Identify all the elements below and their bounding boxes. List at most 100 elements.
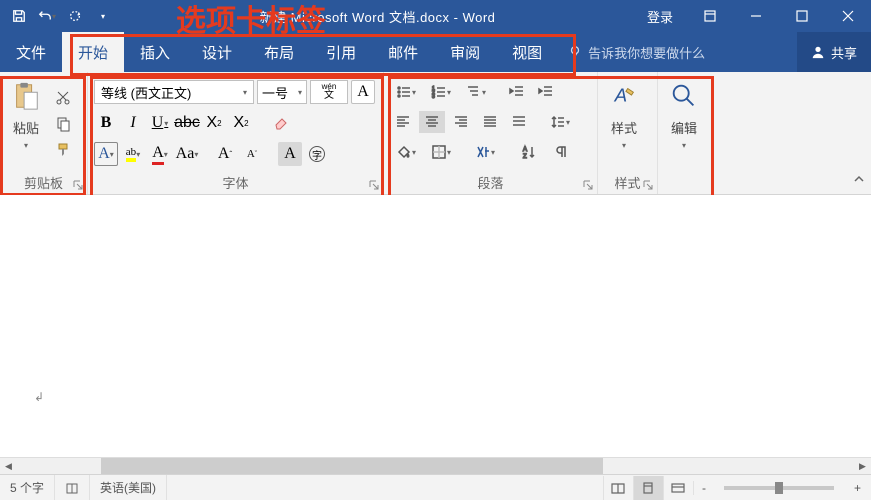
tab-mailings[interactable]: 邮件 bbox=[372, 32, 434, 72]
styles-button[interactable]: A 样式 ▾ bbox=[602, 76, 646, 171]
align-center-button[interactable] bbox=[419, 111, 445, 133]
tell-me-search[interactable]: 告诉我你想要做什么 bbox=[558, 32, 797, 72]
tab-references[interactable]: 引用 bbox=[310, 32, 372, 72]
bold-button[interactable]: B bbox=[94, 111, 118, 135]
qat-customize-button[interactable]: ▾ bbox=[90, 3, 116, 29]
clear-formatting-button[interactable] bbox=[269, 111, 293, 135]
tab-review[interactable]: 审阅 bbox=[434, 32, 496, 72]
tab-home[interactable]: 开始 bbox=[62, 32, 124, 72]
line-spacing-button[interactable]: ▾ bbox=[544, 111, 576, 133]
group-label-font: 字体 bbox=[92, 171, 379, 192]
print-layout-button[interactable] bbox=[633, 476, 663, 500]
editing-button[interactable]: 编辑 ▾ bbox=[662, 76, 706, 190]
close-button[interactable] bbox=[825, 0, 871, 32]
ribbon-options-button[interactable] bbox=[687, 0, 733, 32]
increase-indent-button[interactable] bbox=[533, 81, 559, 103]
word-count[interactable]: 5 个字 bbox=[0, 475, 55, 500]
ribbon-tabs: 文件 开始 插入 设计 布局 引用 邮件 审阅 视图 告诉我你想要做什么 共享 bbox=[0, 32, 871, 72]
tab-design[interactable]: 设计 bbox=[186, 32, 248, 72]
undo-button[interactable]: ▾ bbox=[34, 3, 60, 29]
window-controls bbox=[687, 0, 871, 32]
paste-button[interactable]: 粘贴 ▾ bbox=[4, 76, 48, 171]
copy-button[interactable] bbox=[51, 112, 75, 136]
enclose-characters-button[interactable]: 字 bbox=[305, 142, 329, 166]
decrease-indent-button[interactable] bbox=[504, 81, 530, 103]
font-size-combo[interactable]: 一号▾ bbox=[257, 80, 307, 104]
svg-text:Z: Z bbox=[523, 154, 527, 160]
distributed-button[interactable] bbox=[506, 111, 532, 133]
change-case-button[interactable]: Aa▾ bbox=[175, 142, 199, 166]
group-styles: A 样式 ▾ 样式 bbox=[598, 72, 658, 194]
styles-icon: A bbox=[609, 81, 639, 111]
group-font: 等线 (西文正文)▾ 一号▾ wén文 A B I U▾ abc X2 X2 A… bbox=[88, 72, 384, 194]
styles-launcher[interactable] bbox=[641, 178, 655, 192]
svg-text:3: 3 bbox=[432, 94, 435, 100]
format-painter-button[interactable] bbox=[51, 138, 75, 162]
highlight-button[interactable]: ab▾ bbox=[121, 142, 145, 166]
borders-button[interactable]: ▾ bbox=[425, 141, 457, 163]
minimize-button[interactable] bbox=[733, 0, 779, 32]
horizontal-scrollbar[interactable]: ◀ ▶ bbox=[0, 457, 871, 474]
italic-button[interactable]: I bbox=[121, 111, 145, 135]
text-effects-button[interactable]: A▾ bbox=[94, 142, 118, 166]
phonetic-guide-button[interactable]: wén文 bbox=[310, 80, 348, 104]
sort-button[interactable]: AZ bbox=[513, 141, 545, 163]
scroll-track[interactable] bbox=[17, 458, 854, 474]
cut-button[interactable] bbox=[51, 86, 75, 110]
clipboard-launcher[interactable] bbox=[71, 178, 85, 192]
justify-button[interactable] bbox=[477, 111, 503, 133]
tab-insert[interactable]: 插入 bbox=[124, 32, 186, 72]
tab-layout[interactable]: 布局 bbox=[248, 32, 310, 72]
align-right-button[interactable] bbox=[448, 111, 474, 133]
strikethrough-button[interactable]: abc bbox=[175, 111, 199, 135]
character-border-button[interactable]: A bbox=[351, 80, 375, 104]
show-marks-button[interactable] bbox=[548, 141, 574, 163]
zoom-thumb[interactable] bbox=[775, 482, 783, 494]
web-layout-button[interactable] bbox=[663, 476, 693, 500]
read-mode-button[interactable] bbox=[603, 476, 633, 500]
paint-bucket-icon bbox=[396, 144, 412, 160]
tab-file[interactable]: 文件 bbox=[0, 32, 62, 72]
character-shading-button[interactable]: A bbox=[278, 142, 302, 166]
paragraph-launcher[interactable] bbox=[581, 178, 595, 192]
quick-access-toolbar: ▾ ▾ bbox=[0, 3, 122, 29]
zoom-slider[interactable] bbox=[724, 486, 834, 490]
underline-button[interactable]: U▾ bbox=[148, 111, 172, 135]
lightbulb-icon bbox=[568, 45, 582, 59]
numbering-button[interactable]: 123▾ bbox=[425, 81, 457, 103]
font-name-combo[interactable]: 等线 (西文正文)▾ bbox=[94, 80, 254, 104]
maximize-button[interactable] bbox=[779, 0, 825, 32]
shrink-font-button[interactable]: Aˇ bbox=[240, 142, 264, 166]
book-icon bbox=[65, 481, 79, 495]
group-label-editing bbox=[662, 190, 710, 192]
redo-button[interactable] bbox=[62, 3, 88, 29]
svg-text:A: A bbox=[523, 147, 527, 153]
spellcheck-status[interactable] bbox=[55, 475, 90, 500]
scroll-right-button[interactable]: ▶ bbox=[854, 458, 871, 475]
bullets-button[interactable]: ▾ bbox=[390, 81, 422, 103]
shading-button[interactable]: ▾ bbox=[390, 141, 422, 163]
superscript-button[interactable]: X2 bbox=[229, 111, 253, 135]
font-color-button[interactable]: A▾ bbox=[148, 142, 172, 166]
share-button[interactable]: 共享 bbox=[797, 32, 871, 72]
login-button[interactable]: 登录 bbox=[633, 7, 687, 26]
scroll-left-button[interactable]: ◀ bbox=[0, 458, 17, 475]
scissors-icon bbox=[55, 90, 71, 106]
zoom-out-button[interactable]: - bbox=[693, 481, 714, 495]
svg-text:A: A bbox=[614, 85, 628, 106]
zoom-in-button[interactable]: + bbox=[844, 481, 871, 495]
align-left-button[interactable] bbox=[390, 111, 416, 133]
asian-layout-button[interactable]: ▾ bbox=[469, 141, 501, 163]
grow-font-button[interactable]: Aˆ bbox=[213, 142, 237, 166]
tab-view[interactable]: 视图 bbox=[496, 32, 558, 72]
group-clipboard: 粘贴 ▾ 剪贴板 bbox=[0, 72, 88, 194]
font-launcher[interactable] bbox=[367, 178, 381, 192]
document-area[interactable] bbox=[0, 195, 871, 474]
collapse-ribbon-button[interactable] bbox=[853, 172, 865, 190]
scroll-thumb[interactable] bbox=[101, 458, 603, 474]
multilevel-list-button[interactable]: ▾ bbox=[460, 81, 492, 103]
group-editing: 编辑 ▾ bbox=[658, 72, 714, 194]
subscript-button[interactable]: X2 bbox=[202, 111, 226, 135]
save-button[interactable] bbox=[6, 3, 32, 29]
language-status[interactable]: 英语(美国) bbox=[90, 475, 167, 500]
